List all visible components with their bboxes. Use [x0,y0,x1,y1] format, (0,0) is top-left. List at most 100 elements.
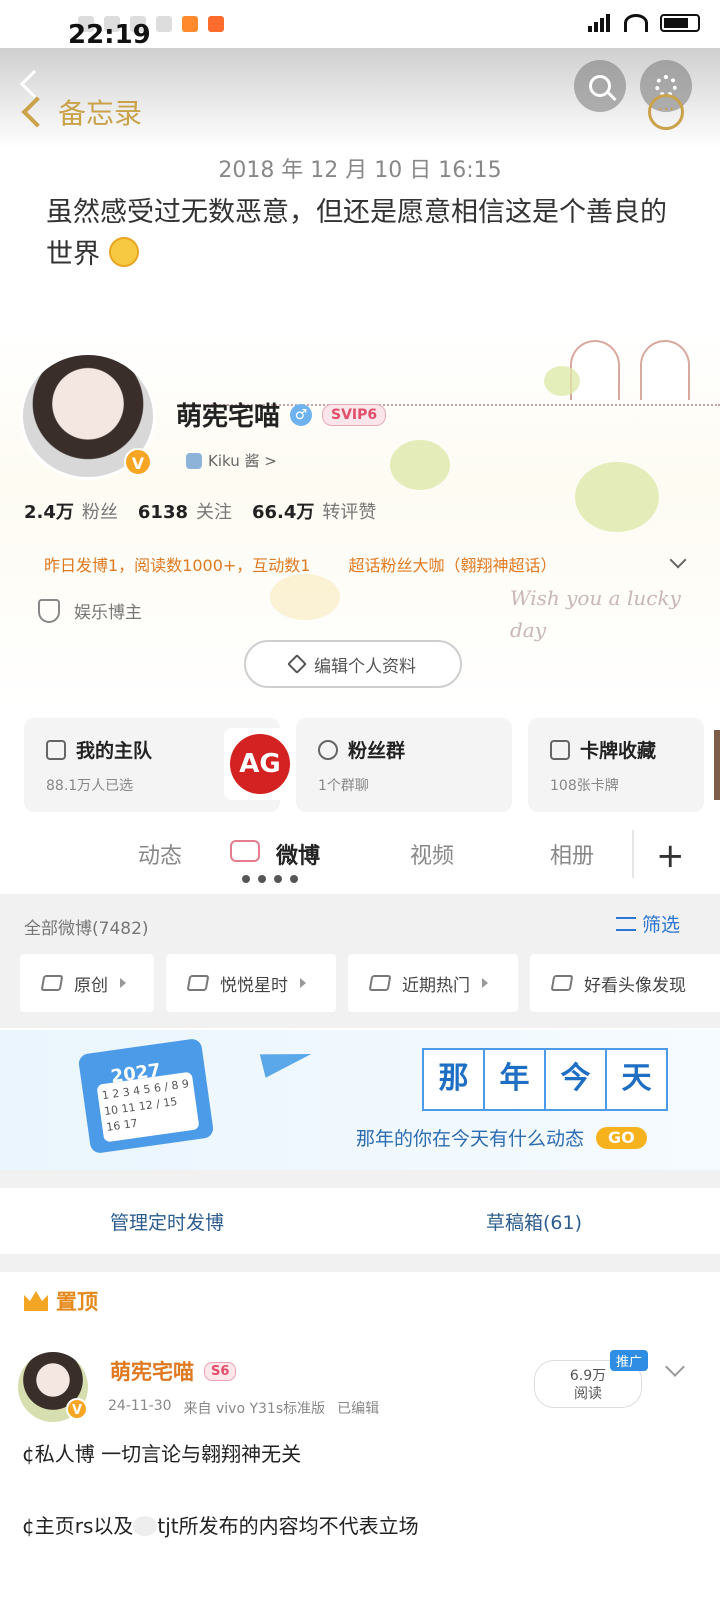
stat-following[interactable]: 6138 关注 [138,498,232,524]
chip-hot[interactable]: 近期热门 [348,954,518,1012]
caret-right-icon [120,978,126,988]
wish-decoration-text: Wish you a lucky day [510,586,681,642]
team-logo: AG [224,728,296,800]
team-icon [46,739,66,760]
people-icon [318,739,338,760]
tab-weibo[interactable]: 微博 [276,838,320,870]
profile-tabs: 动态 微博 视频 相册 [0,822,720,892]
more-button[interactable]: ··· [648,94,684,130]
card-my-team[interactable]: 我的主队 88.1万人已选 AG [24,718,296,812]
tag-superfan: 超话粉丝大咖（翱翔神超话） [348,556,557,575]
crown-icon [24,1291,48,1311]
edit-profile-button[interactable]: 编辑个人资料 [244,640,462,688]
tab-video[interactable]: 视频 [410,838,454,870]
active-tab-indicator [238,868,310,884]
notify-icon [156,16,172,32]
stat-reposts-likes[interactable]: 66.4万 转评赞 [252,498,376,524]
signal-icon [588,14,612,32]
weibo-count: 全部微博(7482) [24,919,149,939]
side-thumbnail [714,730,720,800]
card-collection[interactable]: 卡牌收藏 108张卡牌 [528,718,704,812]
search-button[interactable] [574,60,626,112]
drafts-button[interactable]: 草稿箱(61) [486,1208,582,1235]
chip-label: 悦悦星时 [220,975,288,996]
chip-original[interactable]: 原创 [20,954,154,1012]
layers-icon [368,975,392,991]
divider [0,1170,720,1188]
filter-button[interactable]: 筛选 [616,910,680,937]
chevron-down-icon[interactable] [669,551,687,569]
tab-dynamic[interactable]: 动态 [138,838,182,870]
stat-followers[interactable]: 2.4万 粉丝 [24,498,118,524]
tab-album[interactable]: 相册 [550,838,594,870]
clover-decoration [575,462,659,532]
chip-star[interactable]: 悦悦星时 [166,954,336,1012]
add-tab-button[interactable]: + [656,836,685,876]
app-notify-icon [208,16,224,32]
chip-label: 原创 [74,975,108,996]
smile-emoji-icon [108,237,139,267]
read-label: 阅读 [574,1386,602,1402]
caret-right-icon [482,978,488,988]
card-title: 卡牌收藏 [580,740,657,762]
clover-decoration [270,574,340,620]
divider [0,1254,720,1272]
post-source: 来自 vivo Y31s标准版 [183,1401,326,1417]
bow-icon [230,840,260,862]
cat-icon [186,452,202,469]
card-icon [550,739,570,760]
edit-profile-label: 编辑个人资料 [314,656,416,677]
card-fan-group[interactable]: 粉丝群 1个群聊 [296,718,512,812]
clover-decoration [390,440,450,490]
wifi-icon [624,14,648,32]
vip-badge: S6 [204,1361,237,1381]
banner-char: 年 [483,1048,546,1111]
status-time: 22:19 [68,20,151,50]
profile-name: 萌宪宅喵 [176,402,281,432]
layers-icon [40,975,64,991]
verify-label: 娱乐博主 [74,603,142,623]
tag-activity: 昨日发博1，阅读数1000+，互动数1 [44,556,311,575]
scheduled-posts-button[interactable]: 管理定时发博 [110,1208,224,1235]
verified-badge-icon: V [124,448,152,476]
banner-char: 那 [422,1048,485,1111]
banner-sub-text: 那年的你在今天有什么动态 [356,1128,585,1150]
status-time-small: 20:34 [26,16,67,32]
post-text: tjt所发布的内容均不代表立场 [157,1514,419,1538]
chevron-left-icon [21,96,53,128]
go-button[interactable]: GO [596,1126,647,1149]
bunny-ears-decoration [570,340,700,400]
chip-label: 近期热门 [402,975,470,996]
card-sub: 108张卡牌 [550,778,619,794]
layers-icon [550,975,574,991]
chevron-down-icon[interactable] [665,1357,685,1377]
svip-badge[interactable]: SVIP6 [322,403,387,426]
chip-avatar[interactable]: 好看头像发现 [530,954,720,1012]
pinned-label: 置顶 [24,1286,98,1316]
pinned-text: 置顶 [56,1290,98,1314]
verify-row: 娱乐博主 [38,598,142,623]
banner-subtitle: 那年的你在今天有什么动态 GO [356,1124,647,1151]
profile-stats: 2.4万 粉丝 6138 关注 66.4万 转评赞 [24,498,376,524]
promote-badge[interactable]: 推广 [610,1350,649,1371]
subname-text: Kiku 酱 > [208,452,277,470]
post-text: ¢主页rs以及 [22,1514,134,1538]
card-title: 粉丝群 [348,740,406,762]
back-button[interactable]: 备忘录 [18,92,142,132]
filter-icon [616,916,636,931]
post-line: ¢主页rs以及 tjt所发布的内容均不代表立场 [22,1510,419,1539]
profile-subname[interactable]: Kiku 酱 > [186,450,277,471]
team-logo-text: AG [230,734,290,794]
memo-date: 2018 年 12 月 10 日 16:15 [218,158,502,183]
card-sub: 1个群聊 [318,778,369,794]
sheep-emoji-icon [133,1516,158,1536]
post-author[interactable]: 萌宪宅喵 S6 [110,1356,237,1386]
profile-tags[interactable]: 昨日发博1，阅读数1000+，互动数1 超话粉丝大咖（翱翔神超话） [44,551,704,576]
post-date: 24-11-30 [108,1398,172,1414]
post-edited: 已编辑 [337,1401,380,1417]
manage-row: 管理定时发博 草稿箱(61) [0,1188,720,1254]
post-line: ¢私人博 一切言论与翱翔神无关 [22,1442,302,1466]
tab-divider [632,830,634,878]
shield-icon [38,598,60,623]
post-meta: 24-11-30 来自 vivo Y31s标准版 已编辑 [108,1398,379,1418]
